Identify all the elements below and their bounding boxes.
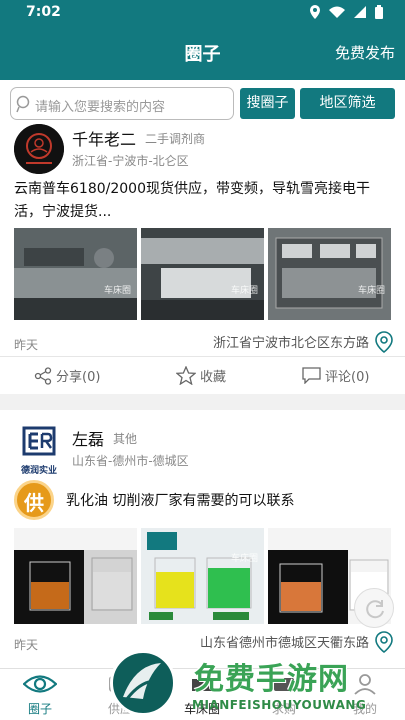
- status-icons: [310, 5, 383, 19]
- post-photo[interactable]: 车床圈: [141, 528, 264, 624]
- comment-icon: [302, 367, 321, 384]
- status-time: 7:02: [26, 4, 61, 20]
- watermark-title: 免费手游网: [194, 662, 349, 697]
- battery-icon: [375, 5, 383, 19]
- comment-button[interactable]: 评论(0): [302, 366, 369, 385]
- nav-label: 圈子: [27, 702, 52, 716]
- eye-icon: [22, 675, 58, 693]
- poster-location: 浙江省-宁波市-北仑区: [72, 154, 189, 168]
- app-header: 圈子 免费发布: [0, 26, 405, 80]
- region-filter-button[interactable]: 地区筛选: [300, 88, 395, 119]
- photo-watermark: 车床圈: [230, 286, 258, 296]
- search-icon: [16, 95, 30, 113]
- watermark-logo: [110, 650, 176, 716]
- divider: [0, 356, 405, 357]
- publish-button[interactable]: 免费发布: [335, 42, 395, 63]
- comment-label: 评论(0): [325, 370, 370, 385]
- poster-name: 千年老二: [72, 130, 137, 149]
- post-photo[interactable]: [14, 528, 137, 624]
- company-logo-text: 德润实业: [20, 466, 57, 476]
- share-label: 分享(0): [56, 370, 101, 385]
- poster-location: 山东省-德州市-德城区: [72, 454, 189, 468]
- search-circle-button[interactable]: 搜圈子: [240, 88, 295, 119]
- watermark-subtitle: MIANFEISHOUYOUWANG: [192, 698, 367, 712]
- supply-badge: 供: [14, 480, 54, 520]
- post-photo[interactable]: 车床圈: [268, 228, 391, 320]
- signal-icon: [354, 6, 366, 18]
- share-button[interactable]: 分享(0): [34, 366, 100, 385]
- poster-tag: 二手调剂商: [145, 132, 206, 146]
- post-photo[interactable]: 车床圈: [141, 228, 264, 320]
- post-time: 昨天: [14, 638, 39, 652]
- post-text: 乳化油 切削液厂家有需要的可以联系: [66, 493, 295, 509]
- avatar[interactable]: 德润实业: [16, 426, 62, 476]
- search-bar: 请输入您要搜索的内容 搜圈子 地区筛选: [0, 80, 405, 124]
- share-icon: [34, 366, 52, 385]
- post-text: 云南普车6180/2000现货供应，带变频，导轨雪亮接电干活，宁波提货...: [14, 181, 370, 220]
- search-input[interactable]: 请输入您要搜索的内容: [10, 87, 234, 120]
- post-address: 浙江省宁波市北仑区东方路: [212, 336, 369, 351]
- post-card[interactable]: 千年老二 二手调剂商 浙江省-宁波市-北仑区 云南普车6180/2000现货供应…: [0, 124, 405, 394]
- company-logo-icon: [22, 426, 56, 456]
- map-pin-icon[interactable]: [375, 331, 393, 353]
- avatar[interactable]: [14, 124, 64, 174]
- photo-watermark: 车床圈: [103, 286, 131, 296]
- post-photo[interactable]: 车床圈: [14, 228, 137, 320]
- favorite-button[interactable]: 收藏: [176, 366, 226, 385]
- avatar-logo-icon: [14, 124, 64, 174]
- refresh-button[interactable]: [354, 588, 394, 628]
- map-pin-icon[interactable]: [375, 631, 393, 653]
- photo-watermark: 车床圈: [230, 554, 258, 564]
- search-placeholder: 请输入您要搜索的内容: [35, 100, 166, 115]
- favorite-label: 收藏: [200, 370, 227, 385]
- post-time: 昨天: [14, 338, 39, 352]
- photo-watermark: 车床圈: [357, 286, 385, 296]
- nav-circle[interactable]: 圈子: [0, 673, 80, 717]
- poster-name: 左磊: [72, 430, 105, 449]
- profile-icon: [354, 674, 376, 695]
- wifi-icon: [329, 6, 345, 18]
- post-card[interactable]: 德润实业 左磊 其他 山东省-德州市-德城区 供 乳化油 切削液厂家有需要的可以…: [0, 410, 405, 670]
- location-status-icon: [310, 5, 320, 19]
- post-address: 山东省德州市德城区天衢东路: [199, 636, 369, 651]
- refresh-icon: [366, 600, 384, 619]
- poster-tag: 其他: [113, 432, 138, 446]
- star-icon: [176, 366, 196, 385]
- status-bar: 7:02: [0, 0, 405, 26]
- watermark-logo-icon: [123, 663, 161, 700]
